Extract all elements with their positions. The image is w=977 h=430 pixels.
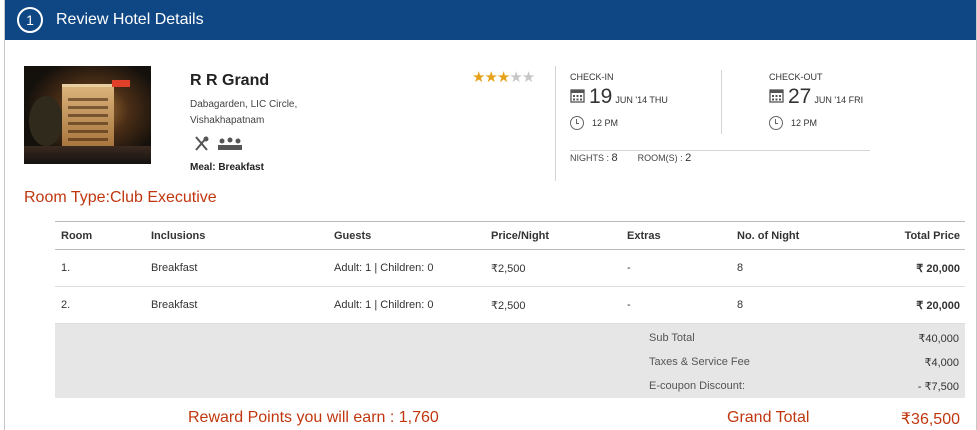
table-cell: Adult: 1 | Children: 0	[334, 249, 491, 287]
star-icon: ★	[496, 69, 510, 86]
coupon-label: E-coupon Discount:	[649, 380, 745, 392]
table-cell: -	[627, 249, 737, 287]
table-cell: Breakfast	[151, 286, 334, 324]
coupon-value: - ₹7,500	[917, 381, 959, 393]
step-number: 1	[17, 7, 43, 33]
star-rating: ★★★★★	[472, 68, 535, 86]
star-icon: ★	[472, 69, 485, 86]
calendar-icon	[570, 89, 585, 103]
column-header: Price/Night	[491, 221, 627, 250]
coupon-row: E-coupon Discount: - ₹7,500	[649, 380, 959, 393]
checkin-day: 19	[589, 85, 613, 108]
table-cell: Breakfast	[151, 249, 334, 287]
calendar-icon	[769, 89, 784, 103]
checkout-month: JUN '14 FRI	[814, 95, 864, 105]
clock-icon	[769, 116, 783, 130]
column-header: Total Price	[867, 221, 965, 250]
rooms-table: Room Inclusions Guests Price/Night Extra…	[55, 221, 965, 324]
divider	[721, 70, 722, 134]
table-cell: ₹ 20,000	[867, 286, 965, 324]
star-empty-icon: ★	[509, 69, 522, 86]
subtotal-label: Sub Total	[649, 332, 695, 344]
column-header: Extras	[627, 221, 737, 250]
subtotal-row: Sub Total ₹40,000	[649, 332, 959, 345]
column-header: Room	[55, 221, 151, 250]
column-header: Inclusions	[151, 221, 334, 250]
amenity-icons	[193, 135, 243, 153]
subtotal-value: ₹40,000	[918, 333, 959, 345]
divider	[570, 150, 870, 151]
table-cell: 8	[737, 286, 867, 324]
taxes-label: Taxes & Service Fee	[649, 356, 750, 368]
checkout-day: 27	[788, 85, 812, 108]
checkin-label: CHECK-IN	[570, 72, 614, 82]
reward-points: Reward Points you will earn : 1,760	[188, 409, 439, 426]
address-line-2: Vishakhapatnam	[190, 115, 265, 126]
rooms-info: ROOM(S) : 2	[638, 152, 692, 164]
checkout-block: CHECK-OUT 27 JUN '14 FRI 12 PM	[769, 72, 863, 130]
taxes-row: Taxes & Service Fee ₹4,000	[649, 356, 959, 369]
star-empty-icon: ★	[521, 69, 535, 86]
rooms-label: ROOM(S) :	[637, 153, 683, 163]
clock-icon	[570, 116, 584, 130]
hotel-photo[interactable]	[24, 66, 151, 164]
table-cell: 8	[737, 249, 867, 287]
nights-value: 8	[611, 152, 618, 164]
table-cell: ₹2,500	[491, 249, 627, 287]
stay-info: NIGHTS : 8 ROOM(S) : 2	[570, 152, 691, 164]
grand-total-value: ₹36,500	[900, 411, 960, 428]
restaurant-icon	[195, 136, 209, 151]
column-header: Guests	[334, 221, 491, 250]
hotel-name[interactable]: R R Grand	[190, 72, 269, 90]
checkout-time: 12 PM	[791, 118, 818, 128]
checkin-block: CHECK-IN 19 JUN '14 THU 12 PM	[570, 72, 668, 130]
divider	[555, 66, 556, 181]
table-cell: 1.	[55, 249, 151, 287]
table-cell: ₹2,500	[491, 286, 627, 324]
section-title: Review Hotel Details	[56, 11, 204, 28]
rooms-value: 2	[685, 152, 692, 164]
table-cell: Adult: 1 | Children: 0	[334, 286, 491, 324]
table-row: 2. Breakfast Adult: 1 | Children: 0 ₹2,5…	[55, 286, 965, 324]
table-row: 1. Breakfast Adult: 1 | Children: 0 ₹2,5…	[55, 249, 965, 287]
nights-label: NIGHTS :	[570, 153, 610, 163]
conference-icon	[218, 137, 242, 150]
table-cell: -	[627, 286, 737, 324]
section-header: 1 Review Hotel Details	[5, 0, 976, 40]
taxes-value: ₹4,000	[924, 357, 959, 369]
checkin-month: JUN '14 THU	[615, 95, 668, 105]
review-hotel-panel: 1 Review Hotel Details R R Grand Dabagar…	[4, 0, 977, 430]
room-type-title: Room Type:Club Executive	[24, 189, 217, 206]
table-cell: 2.	[55, 286, 151, 324]
checkout-label: CHECK-OUT	[769, 72, 823, 82]
grand-total-label: Grand Total	[727, 409, 810, 426]
nights-info: NIGHTS : 8	[570, 152, 618, 164]
hotel-address: Dabagarden, LIC Circle, Vishakhapatnam	[190, 97, 330, 129]
table-cell: ₹ 20,000	[867, 249, 965, 287]
star-icon: ★	[484, 69, 497, 86]
address-line-1: Dabagarden, LIC Circle,	[190, 99, 298, 110]
price-summary: Sub Total ₹40,000 Taxes & Service Fee ₹4…	[55, 324, 965, 398]
table-header-row: Room Inclusions Guests Price/Night Extra…	[55, 221, 965, 250]
checkin-time: 12 PM	[592, 118, 619, 128]
column-header: No. of Night	[737, 221, 867, 250]
meal-info: Meal: Breakfast	[190, 162, 264, 173]
